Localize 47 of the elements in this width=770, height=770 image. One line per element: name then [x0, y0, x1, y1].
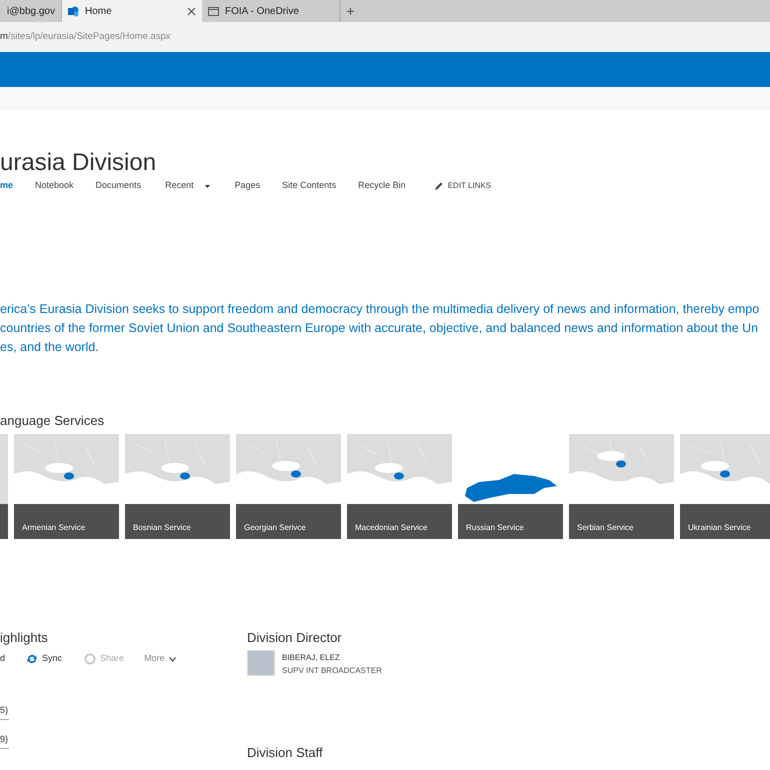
service-tile[interactable]: Macedonian Service [347, 434, 452, 539]
service-tile[interactable]: Ukrainian Service [680, 434, 770, 539]
service-tile[interactable]: Bosnian Service [125, 434, 230, 539]
nav-link[interactable]: Site Contents [282, 179, 336, 193]
service-tile[interactable]: Russian Service [458, 434, 563, 539]
sharepoint-icon [68, 6, 79, 16]
description-text: countries of the former Soviet Union and Southeastern Europe with accurate, objective, and balanced news and information about the Un [0, 320, 760, 337]
toolbar-button[interactable]: d [0, 652, 6, 666]
section-heading: Division Staff [247, 745, 324, 761]
service-tile[interactable]: Serbian Service [569, 434, 674, 539]
pencil-icon [434, 182, 443, 190]
list-item-link[interactable]: 5) [0, 704, 9, 720]
description-text: es, and the world. [0, 339, 100, 356]
address-field[interactable]: m/sites/lp/eurasia/SitePages/Home.aspx [0, 30, 171, 44]
job-title: SUPV INT BROADCASTER [282, 665, 382, 677]
sync-icon [26, 653, 38, 665]
nav-link[interactable]: Pages [234, 179, 260, 193]
toolbar-button[interactable]: Sync [26, 652, 62, 666]
nav-link[interactable]: me [0, 179, 14, 193]
nav-link[interactable]: Recycle Bin [358, 179, 406, 193]
section-heading: anguage Services [0, 412, 106, 430]
person-name[interactable]: BIBERAJ, ELEZ [282, 651, 382, 664]
edit-links-button[interactable]: EDIT LINKS [434, 180, 492, 192]
section-heading: Division Director [247, 629, 343, 647]
toolbar-button[interactable]: More [144, 652, 176, 666]
site-title: urasia Division [0, 148, 158, 178]
service-tile[interactable]: Armenian Service [14, 434, 119, 539]
tile-caption: Bosnian Service [133, 522, 191, 534]
tile-caption: Serbian Service [577, 522, 634, 534]
tile-caption: Russian Service [466, 522, 524, 534]
share-icon [84, 653, 96, 665]
description-text: erica’s Eurasia Division seeks to support freedom and democracy through the multimedia delivery of news and information, thereby empo [0, 301, 760, 318]
tile-caption: Ukrainian Service [688, 522, 751, 534]
tile-caption: Armenian Service [22, 522, 86, 534]
close-icon[interactable] [187, 6, 196, 16]
nav-link[interactable]: Recent [165, 179, 210, 193]
nav-link[interactable]: Documents [96, 179, 142, 193]
tile-caption: Georgian Serivce [244, 522, 306, 534]
browser-tab[interactable]: Home [62, 0, 202, 22]
tile-caption: Macedonian Service [355, 522, 428, 534]
nav-link[interactable]: Notebook [35, 179, 74, 193]
photo-placeholder [247, 650, 275, 676]
window-icon [208, 6, 219, 16]
section-heading: ighlights [0, 629, 49, 647]
list-item-link[interactable]: 9) [0, 733, 9, 749]
chevron-down-icon [168, 656, 176, 662]
service-tile[interactable]: Georgian Serivce [236, 434, 341, 539]
